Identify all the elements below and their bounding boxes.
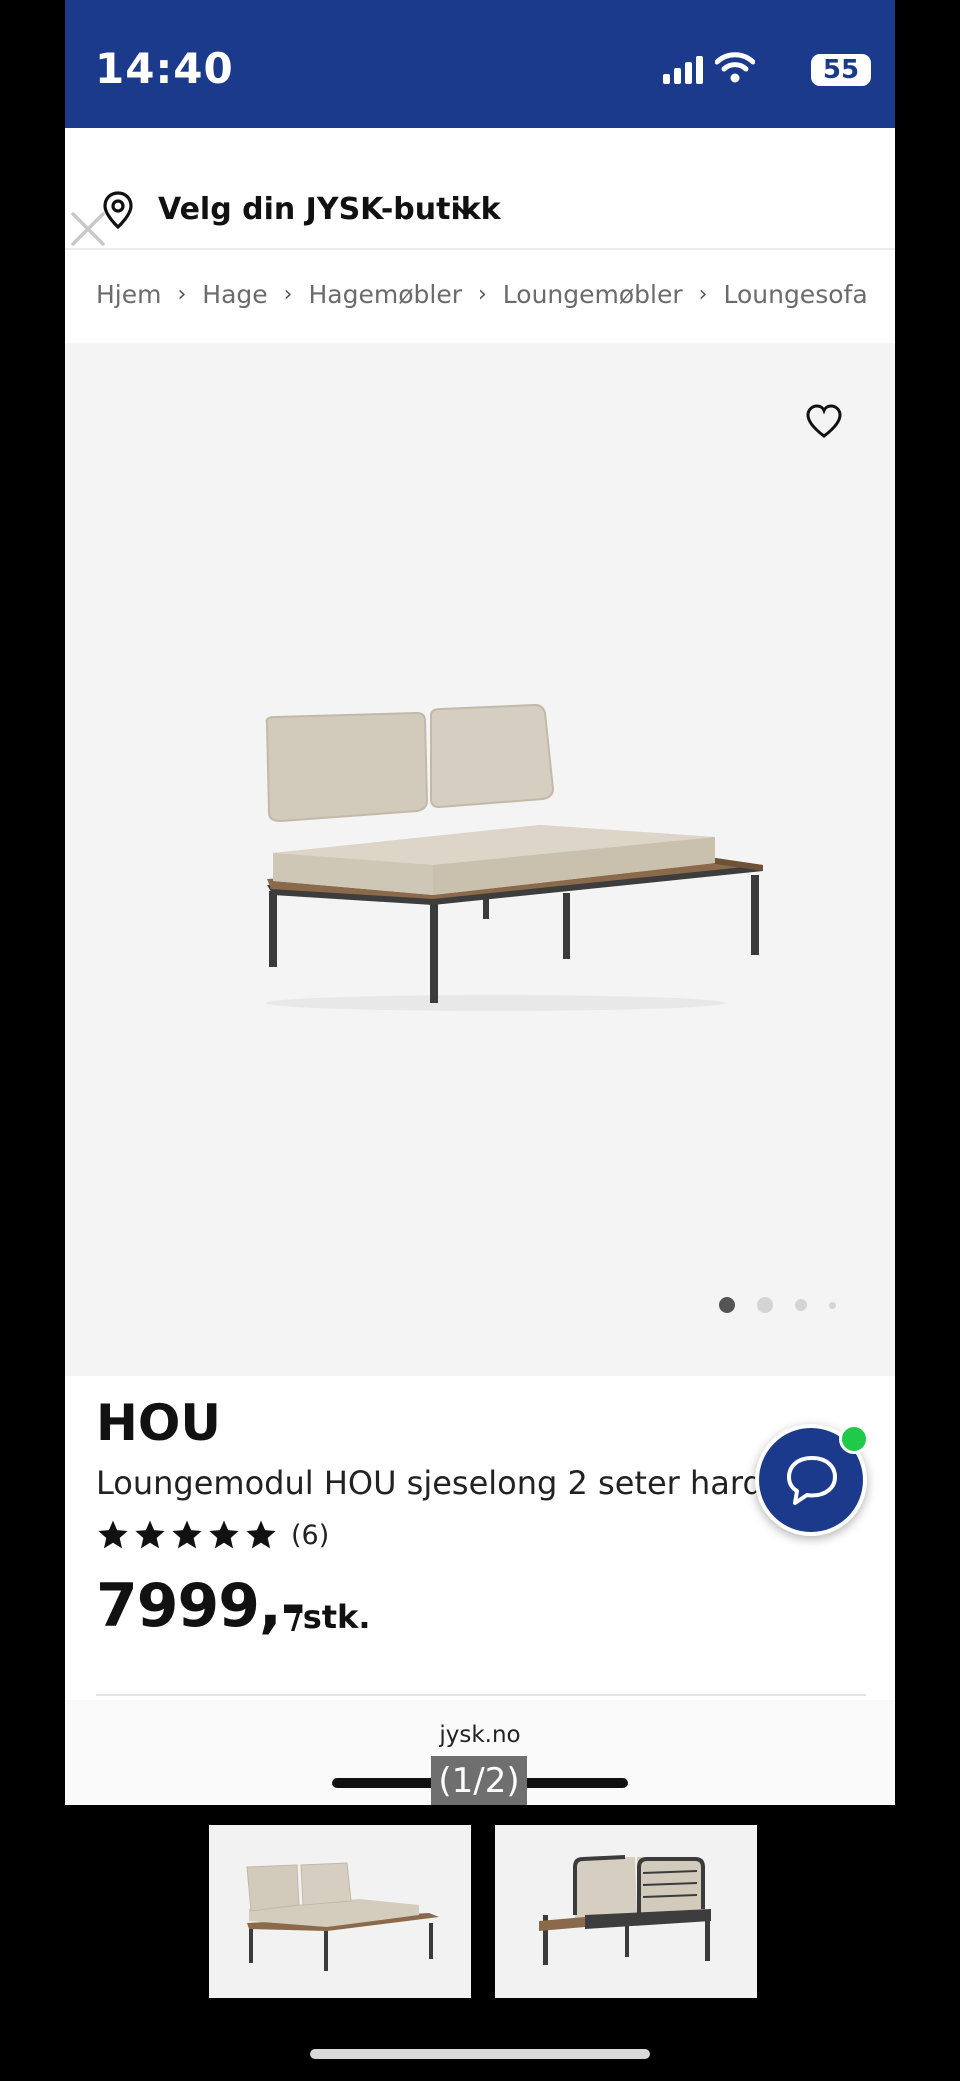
price-unit: /stk. [291,1598,371,1636]
phone-screen: 14:40 55 Velg din JYSK-butikk Hjem › Hag… [65,0,895,1805]
breadcrumb: Hjem › Hage › Hagemøbler › Loungemøbler … [96,280,868,309]
breadcrumb-item-hage[interactable]: Hage [202,280,267,309]
system-home-indicator [310,2049,650,2059]
product-image-gallery[interactable] [65,343,895,1376]
product-description: Loungemodul HOU sjeselong 2 seter hardtr… [96,1464,776,1502]
rating[interactable]: (6) [96,1518,329,1552]
breadcrumb-item-loungesofa[interactable]: Loungesofa [723,280,867,309]
cellular-signal-icon [663,54,703,84]
chevron-right-icon: › [698,282,708,307]
wifi-icon [715,52,755,83]
gallery-dot[interactable] [757,1297,773,1313]
status-bar: 14:40 55 [65,0,895,128]
thumbnail-2[interactable] [495,1825,757,1998]
star-icon [172,1520,202,1549]
rating-count: (6) [291,1519,330,1551]
chevron-right-icon: › [283,282,293,307]
page-indicator: (1/2) [431,1756,527,1805]
chat-bubble-icon [787,1456,837,1505]
thumbnail-1[interactable] [209,1825,471,1998]
product-brand: HOU [96,1394,221,1452]
gallery-dot-active[interactable] [719,1297,735,1313]
star-icon [246,1520,276,1549]
browser-domain[interactable]: jysk.no [65,1722,895,1748]
star-icon [98,1520,128,1549]
online-indicator [839,1424,869,1454]
store-selector-label: Velg din JYSK-butikk [158,192,501,227]
product-info: HOU Loungemodul HOU sjeselong 2 seter ha… [65,1376,895,1696]
star-icon [209,1520,239,1549]
lounge-sofa-back-thumbnail [539,1855,711,1965]
gallery-dot[interactable] [795,1299,807,1311]
browser-footer: jysk.no (1/2) [65,1700,895,1805]
breadcrumb-item-hagemobler[interactable]: Hagemøbler [308,280,462,309]
store-selector[interactable]: Velg din JYSK-butikk [65,128,895,250]
breadcrumb-item-loungemobler[interactable]: Loungemøbler [503,280,683,309]
divider [96,1694,866,1696]
close-icon[interactable] [69,210,107,248]
chat-button[interactable] [755,1424,869,1536]
battery-indicator: 55 [811,54,871,86]
product-price: 7999,- [96,1571,306,1641]
breadcrumb-item-hjem[interactable]: Hjem [96,280,161,309]
gallery-pagination [719,1297,836,1313]
status-time: 14:40 [95,44,234,93]
star-icon [135,1520,165,1549]
chevron-down-icon [455,204,477,217]
chevron-right-icon: › [477,282,487,307]
lounge-sofa-front-thumbnail [246,1862,439,1971]
gallery-dot[interactable] [829,1301,836,1309]
heart-outline-icon[interactable] [805,403,843,439]
chevron-right-icon: › [177,282,187,307]
product-image [265,703,763,1011]
